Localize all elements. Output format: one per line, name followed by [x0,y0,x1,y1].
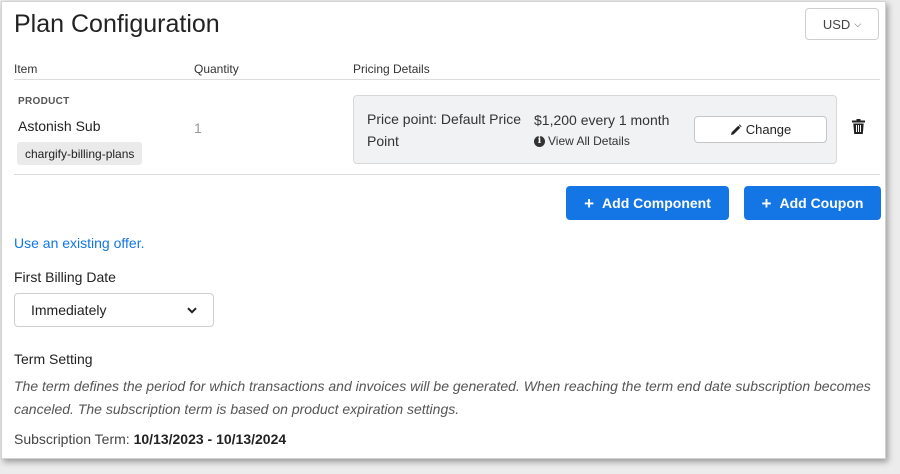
page-title: Plan Configuration [14,10,220,38]
subscription-term-value: 10/13/2023 - 10/13/2024 [133,431,287,447]
plan-configuration-card: Plan Configuration USD ⌵ Item Quantity P… [1,1,886,459]
term-description: The term defines the period for which tr… [14,378,871,417]
pricing-panel: Price point: Default Price Point $1,200 … [353,95,837,164]
plus-icon: + [584,193,595,213]
change-button-label: Change [745,122,792,137]
view-all-details-label: View All Details [548,134,630,148]
chevron-down-icon [187,306,197,314]
column-header-pricing: Pricing Details [353,62,430,76]
pencil-icon [730,123,742,135]
add-coupon-button[interactable]: + Add Coupon [744,186,881,220]
first-billing-date-label: First Billing Date [14,269,116,285]
change-price-point-button[interactable]: Change [694,116,827,143]
add-coupon-label: Add Coupon [779,195,864,211]
divider [14,79,880,80]
subscription-term-label: Subscription Term: [14,431,130,447]
trash-icon[interactable] [852,119,865,134]
divider [14,174,880,175]
view-all-details-link[interactable]: i View All Details [534,134,630,148]
add-component-button[interactable]: + Add Component [566,186,729,220]
subscription-term: Subscription Term: 10/13/2023 - 10/13/20… [14,431,286,447]
first-billing-date-select[interactable]: Immediately [14,293,214,327]
first-billing-date-value: Immediately [31,302,107,318]
product-label: PRODUCT [18,96,70,107]
column-header-quantity: Quantity [194,62,239,76]
term-setting-heading: Term Setting [14,351,93,367]
add-component-label: Add Component [602,195,711,211]
plus-icon: + [761,193,772,213]
product-name: Astonish Sub [18,118,101,134]
product-handle-tag: chargify-billing-plans [17,142,143,165]
price-amount: $1,200 every 1 month [534,112,670,128]
quantity-value: 1 [194,120,202,136]
currency-value: USD [822,16,851,32]
price-point-label: Price point: Default Price Point [367,111,522,149]
existing-offer-link[interactable]: Use an existing offer. [14,235,144,251]
info-icon: i [534,135,545,147]
chevron-down-icon: ⌵ [854,18,862,29]
column-header-item: Item [14,62,38,76]
currency-select[interactable]: USD ⌵ [805,8,879,40]
